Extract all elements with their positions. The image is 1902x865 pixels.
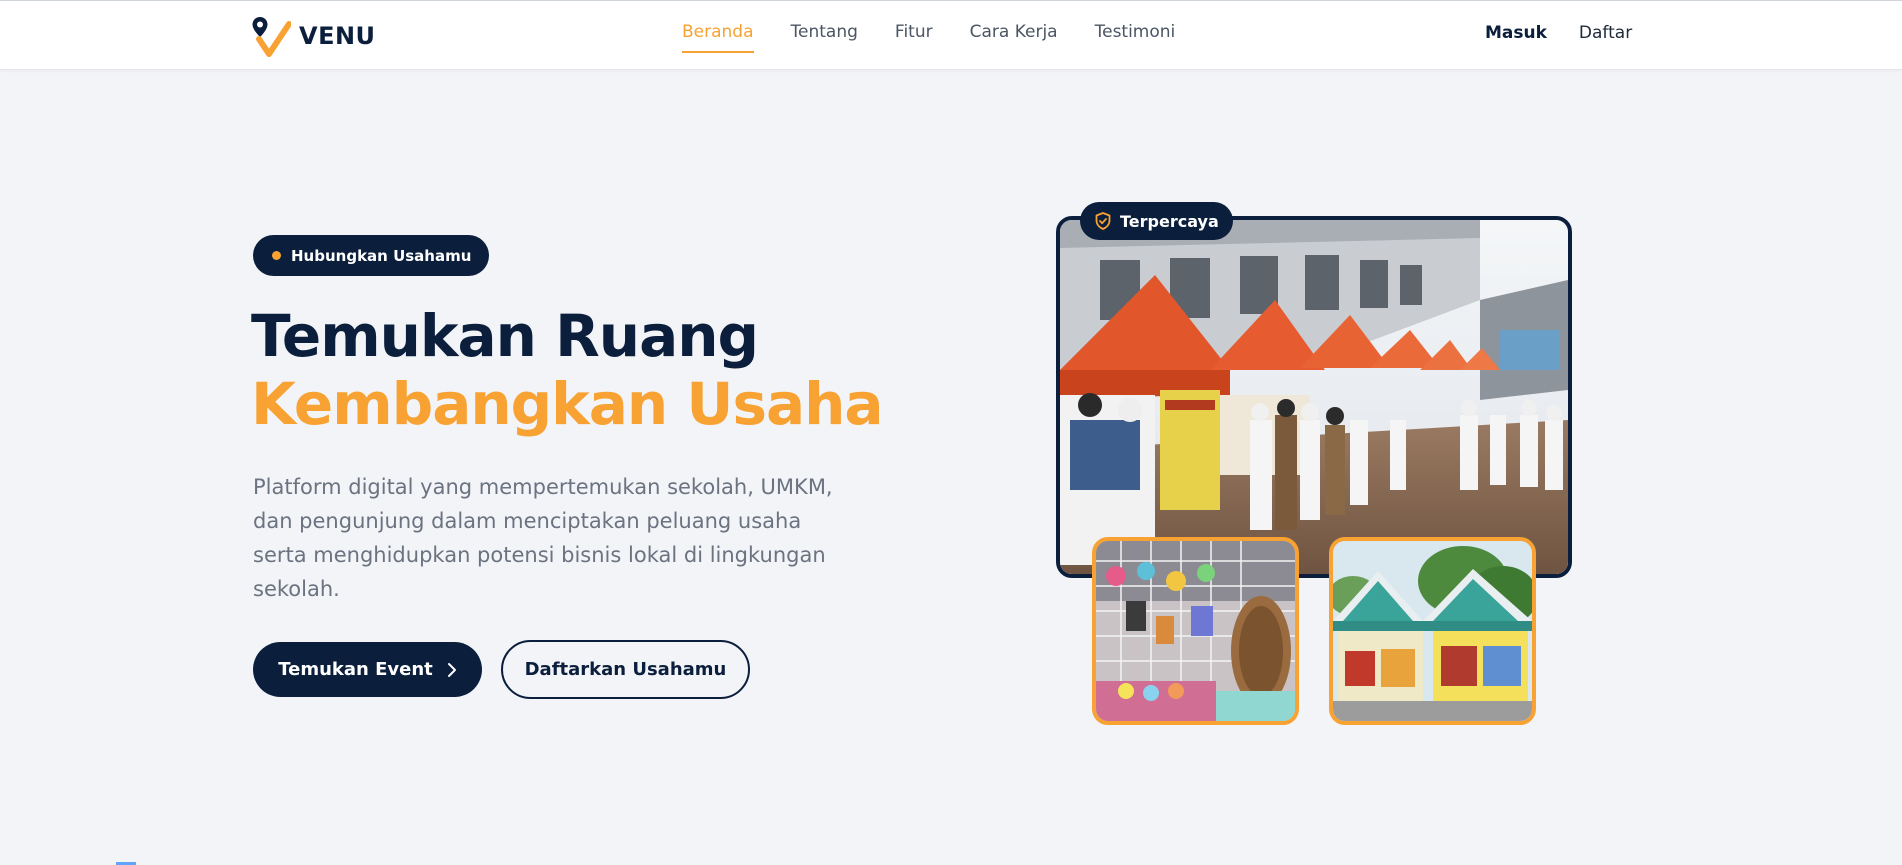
nav-tentang[interactable]: Tentang (791, 21, 858, 53)
hero-badge: Hubungkan Usahamu (253, 235, 490, 276)
dot-icon (272, 251, 281, 260)
register-business-label: Daftarkan Usahamu (524, 659, 727, 680)
headline-line-1: Temukan Ruang (251, 302, 759, 370)
food-stall-photo (1329, 537, 1536, 725)
hero-description: Platform digital yang mempertemukan seko… (253, 475, 833, 601)
logo-icon (252, 17, 291, 57)
auth-links: Masuk Daftar (1485, 23, 1632, 43)
main-nav: Beranda Tentang Fitur Cara Kerja Testimo… (682, 21, 1175, 53)
merchandise-image (1096, 541, 1295, 721)
trust-badge-label: Terpercaya (1120, 211, 1219, 231)
hero-headline: Temukan Ruang Kembangkan Usaha (251, 300, 884, 438)
register-business-button[interactable]: Daftarkan Usahamu (501, 640, 750, 699)
nav-cara-kerja[interactable]: Cara Kerja (970, 21, 1058, 53)
main-market-photo (1056, 216, 1572, 578)
merchandise-stall-photo (1092, 537, 1299, 725)
headline-line-2: Kembangkan Usaha (251, 370, 884, 438)
brand-name: VENU (299, 22, 376, 50)
login-link[interactable]: Masuk (1485, 23, 1547, 43)
shield-check-icon (1095, 212, 1111, 230)
nav-beranda[interactable]: Beranda (682, 21, 754, 53)
food-stall-image (1333, 541, 1532, 721)
market-tents-image (1060, 220, 1568, 574)
nav-testimoni[interactable]: Testimoni (1095, 21, 1176, 53)
top-navbar: VENU Beranda Tentang Fitur Cara Kerja Te… (0, 0, 1902, 70)
find-event-button[interactable]: Temukan Event (253, 642, 482, 697)
find-event-label: Temukan Event (278, 659, 433, 680)
register-link[interactable]: Daftar (1579, 23, 1632, 43)
logo-link[interactable]: VENU (251, 15, 376, 57)
hero-badge-label: Hubungkan Usahamu (291, 246, 472, 265)
trust-badge: Terpercaya (1080, 202, 1233, 240)
nav-fitur[interactable]: Fitur (895, 21, 933, 53)
chevron-right-icon (447, 662, 456, 677)
